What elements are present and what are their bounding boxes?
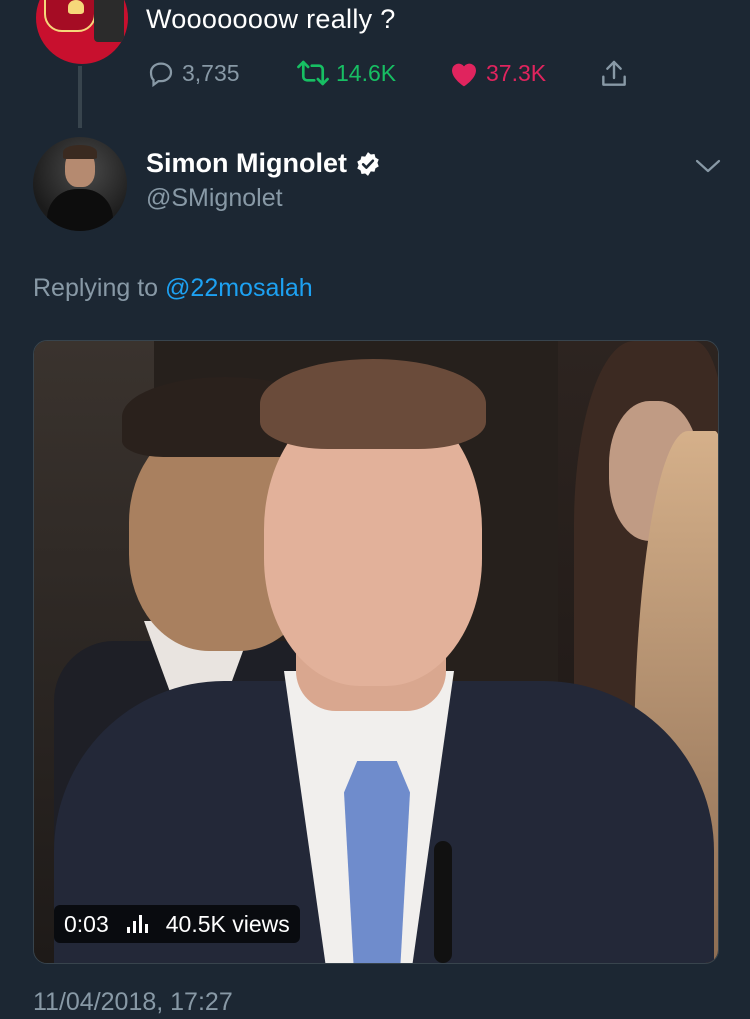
share-button[interactable] [598,58,630,90]
player-figure [94,0,124,42]
reply-icon [149,62,173,88]
replying-prefix: Replying to [33,274,159,302]
display-name-row[interactable]: Simon Mignolet [146,148,381,179]
reply-button[interactable]: 3,735 [146,58,240,88]
retweet-button[interactable]: 14.6K [296,58,396,88]
retweet-icon [297,60,329,86]
retweet-count: 14.6K [336,59,397,86]
thread-line [78,66,82,128]
heart-icon [452,63,476,87]
replying-to: Replying to @22mosalah [33,274,313,303]
reply-count: 3,735 [182,59,240,86]
like-button[interactable]: 37.3K [448,58,546,88]
video-media[interactable]: 0:03 40.5K views [33,340,719,964]
chevron-down-icon[interactable] [694,156,722,176]
liverpool-crest-icon [44,0,96,32]
verified-badge-icon [357,151,379,176]
user-handle[interactable]: @SMignolet [146,184,283,213]
tweet-actions: 3,735 14.6K 37.3K [146,58,646,94]
share-icon [602,60,626,86]
tweet-text: Wooooooow really ? [146,4,396,34]
video-views: 40.5K views [165,910,290,937]
simon-mignolet-avatar[interactable] [33,137,127,231]
microphone [434,841,452,963]
video-duration: 0:03 [64,910,109,937]
liverpool-avatar[interactable] [36,0,128,64]
views-chart-icon [126,915,148,933]
display-name[interactable]: Simon Mignolet [146,148,347,179]
tweet-timestamp: 11/04/2018, 17:27 [33,988,233,1016]
replying-mention-link[interactable]: @22mosalah [165,274,313,302]
like-count: 37.3K [486,59,547,86]
video-info-overlay: 0:03 40.5K views [54,905,300,943]
